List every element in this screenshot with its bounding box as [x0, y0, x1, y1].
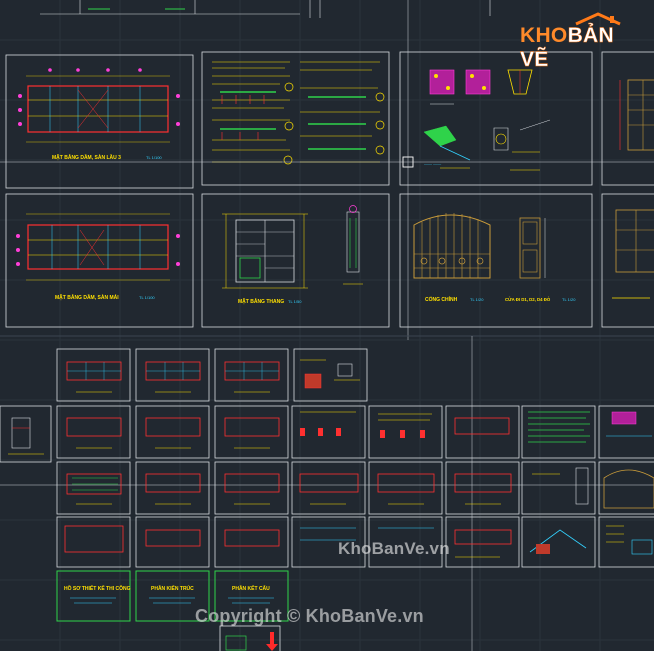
gate-title: CỔNG CHÍNH [425, 295, 458, 303]
gate-scale: TL 1/20 [470, 297, 484, 302]
plan-roof-title: MẶT BẰNG DẦM, SÀN MÁI [55, 293, 119, 301]
cad-model-space[interactable]: MẶT BẰNG DẦM, SÀN LẦU 3 TL 1/100 —— —— M… [0, 0, 654, 651]
sheet-stair-plan[interactable]: MẶT BẰNG THANG TL 1/50 [201, 193, 390, 328]
sheet-door-elevation-partial[interactable] [601, 193, 654, 328]
door-scale: TL 1/20 [562, 297, 576, 302]
door-title: CỬA ĐI D1, D2, D4 ĐỎ [505, 297, 551, 302]
logo-text-kho: KHO [520, 24, 568, 47]
bottom-partial-sheet[interactable] [219, 625, 281, 651]
watermark-copyright: Copyright © KhoBanVe.vn [195, 606, 424, 626]
sheet-set-lower[interactable] [0, 348, 654, 568]
plan-roof-scale: TL 1/100 [139, 295, 155, 300]
stair-plan-title: MẶT BẰNG THANG [238, 297, 284, 305]
sheet-plan-roof[interactable]: MẶT BẰNG DẦM, SÀN MÁI TL 1/100 [5, 193, 194, 328]
plan-floor3-title: MẶT BẰNG DẦM, SÀN LẦU 3 [52, 153, 121, 161]
sheet-structural-notes[interactable] [201, 51, 390, 186]
khobanve-logo: KHOBẢN VẼ [514, 12, 640, 71]
cover-title-3: PHẦN KẾT CẤU [232, 585, 270, 592]
sheet-plan-floor3[interactable]: MẶT BẰNG DẦM, SÀN LẦU 3 TL 1/100 [5, 54, 194, 189]
cover-title-1: HỒ SƠ THIẾT KẾ THI CÔNG [64, 584, 131, 592]
watermark-middle: KhoBanVe.vn [338, 539, 450, 558]
cover-title-2: PHẦN KIẾN TRÚC [151, 585, 194, 592]
plan-floor3-scale: TL 1/100 [146, 155, 162, 160]
cad-drawing-canvas[interactable]: MẶT BẰNG DẦM, SÀN LẦU 3 TL 1/100 —— —— M… [0, 0, 654, 651]
top-partial-sheet[interactable] [40, 0, 491, 18]
stair-plan-scale: TL 1/50 [288, 299, 302, 304]
sheet-gate-door[interactable]: CỔNG CHÍNH TL 1/20 CỬA ĐI D1, D2, D4 ĐỎ … [399, 193, 593, 328]
